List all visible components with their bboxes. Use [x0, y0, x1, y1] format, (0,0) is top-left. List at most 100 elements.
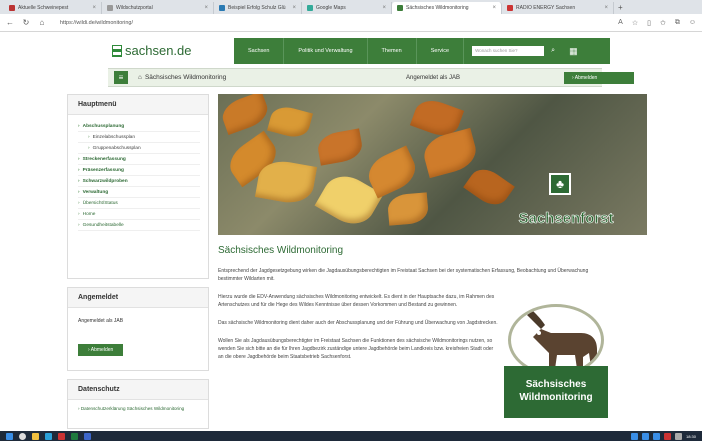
nav-item-service[interactable]: Service	[417, 38, 465, 64]
tab-label: Sächsisches Wildmonitoring	[406, 5, 469, 11]
browser-tab-4[interactable]: Google Maps ×	[302, 2, 392, 14]
menu-item-praesenzerfassung[interactable]: › Präsenzerfassung	[78, 165, 200, 176]
browser-tab-3[interactable]: Beispiel Erfolg Schulz Glü ×	[214, 2, 302, 14]
browser-tab-2[interactable]: Wildschutzportal ×	[102, 2, 214, 14]
menu-item-abschussplanung[interactable]: › Abschussplanung	[78, 121, 200, 132]
main-menu-panel: Hauptmenü › Abschussplanung › Einzelabschu…	[67, 94, 209, 279]
apps-grid-icon[interactable]: ▦	[569, 46, 578, 57]
menu-item-schwarzwildproben[interactable]: › Schwarzwildproben	[78, 176, 200, 187]
favorite-star-icon[interactable]: ☆	[632, 19, 638, 27]
menu-item-streckenerfassung[interactable]: › Streckenerfassung	[78, 154, 200, 165]
wildmonitoring-label-box: Sächsisches Wildmonitoring	[504, 366, 608, 418]
browser-tab-6[interactable]: RADIO ENERGY Sachsen ×	[502, 2, 614, 14]
privacy-panel: Datenschutz › Datenschutzerklärung Sächs…	[67, 379, 209, 429]
menu-item-gesundheitstabelle[interactable]: › Gesundheitstabelle	[78, 220, 200, 231]
sachsenforst-emblem-icon: ♣	[549, 173, 571, 195]
privacy-panel-title: Datenschutz	[68, 380, 208, 400]
tab-favicon-icon	[9, 5, 15, 11]
wifi-icon[interactable]	[674, 432, 682, 440]
close-tab-icon[interactable]: ×	[492, 5, 496, 11]
app-title[interactable]: ⌂ Sächsisches Wildmonitoring	[138, 74, 226, 81]
leaf-shape	[267, 103, 313, 141]
logout-label: Abmelden	[574, 75, 598, 81]
search-taskbar-icon[interactable]	[19, 432, 26, 440]
tab-favicon-icon	[219, 5, 225, 11]
menu-item-gruppenabschussplan[interactable]: › Gruppenabschussplan	[78, 143, 200, 154]
close-tab-icon[interactable]: ×	[92, 5, 96, 11]
logout-button[interactable]: › Abmelden	[78, 344, 124, 356]
system-tray: 18:30	[630, 432, 702, 440]
excel-icon[interactable]	[71, 432, 78, 440]
close-tab-icon[interactable]: ×	[292, 5, 296, 11]
menu-item-label: Gesundheitstabelle	[82, 223, 124, 228]
tab-favicon-icon	[397, 5, 403, 11]
tab-label: Aktuelle Schweinepest	[18, 5, 69, 11]
chevron-right-icon: ›	[78, 223, 80, 228]
leaf-shape	[419, 127, 481, 179]
browser-tab-5[interactable]: Sächsisches Wildmonitoring ×	[392, 2, 502, 14]
nav-item-sachsen[interactable]: Sachsen	[234, 38, 285, 64]
file-explorer-icon[interactable]	[32, 432, 39, 440]
browser-tab-bar: Aktuelle Schweinepest × Wildschutzportal…	[0, 0, 702, 14]
wildmonitoring-logo: Sächsisches Wildmonitoring	[496, 304, 616, 422]
chevron-right-icon: ›	[78, 157, 80, 162]
tray-icon[interactable]	[630, 432, 638, 440]
windows-start-icon[interactable]	[6, 432, 13, 440]
read-aloud-icon[interactable]: A	[618, 19, 623, 27]
close-tab-icon[interactable]: ×	[604, 5, 608, 11]
logged-in-status: Angemeldet als JAB	[406, 74, 461, 81]
menu-item-home[interactable]: › Home	[78, 209, 200, 220]
logo-line1: Sächsisches	[525, 379, 587, 390]
app-icon[interactable]	[58, 432, 65, 440]
menu-item-uebersicht[interactable]: › Übersicht/Status	[78, 198, 200, 209]
logout-button-top[interactable]: › Abmelden	[564, 72, 634, 84]
chevron-right-icon: ›	[88, 146, 90, 151]
site-search-input[interactable]: Wonach suchen Sie?	[472, 46, 545, 56]
menu-item-label: Streckenerfassung	[82, 157, 126, 162]
collections-icon[interactable]: ⧉	[675, 19, 680, 27]
leaf-shape	[218, 94, 272, 135]
tab-label: RADIO ENERGY Sachsen	[516, 5, 576, 11]
close-tab-icon[interactable]: ×	[382, 5, 386, 11]
main-menu: › Abschussplanung › Einzelabschussplan › Gr…	[68, 115, 208, 239]
hamburger-menu-icon[interactable]: ≡	[114, 71, 128, 84]
menu-item-label: Präsenzerfassung	[82, 168, 124, 173]
reload-icon[interactable]: ↻	[22, 18, 30, 27]
logout-button-label: Abmelden	[90, 347, 114, 353]
edge-browser-icon[interactable]	[45, 432, 52, 440]
app-icon[interactable]	[84, 432, 91, 440]
nav-item-themen[interactable]: Themen	[368, 38, 417, 64]
favorites-icon[interactable]: ✩	[660, 19, 666, 27]
home-icon[interactable]: ⌂	[38, 18, 46, 27]
tray-icon[interactable]	[652, 432, 660, 440]
split-view-icon[interactable]: ▯	[647, 19, 651, 27]
page-title: Sächsisches Wildmonitoring	[218, 245, 344, 256]
privacy-link[interactable]: › Datenschutzerklärung Sächsisches Wildm…	[78, 406, 198, 412]
url-field[interactable]: https://wildi.de/wildmonitoring/	[54, 17, 610, 29]
menu-item-verwaltung[interactable]: › Verwaltung	[78, 187, 200, 198]
tray-icon[interactable]	[641, 432, 649, 440]
menu-item-einzelabschussplan[interactable]: › Einzelabschussplan	[78, 132, 200, 143]
new-tab-icon[interactable]: +	[618, 3, 623, 12]
browser-tab-1[interactable]: Aktuelle Schweinepest ×	[4, 2, 102, 14]
profile-icon[interactable]: ☺	[689, 19, 696, 27]
sachsenforst-wordmark: Sachsenforst	[518, 210, 614, 228]
sachsen-logo[interactable]: sachsen.de	[112, 43, 192, 58]
leaf-shape	[315, 128, 365, 166]
chevron-right-icon: ›	[78, 190, 80, 195]
main-menu-title: Hauptmenü	[68, 95, 208, 115]
nav-item-politik[interactable]: Politik und Verwaltung	[284, 38, 368, 64]
tray-icon[interactable]	[663, 432, 671, 440]
browser-toolbar-icons: A ☆ ▯ ✩ ⧉ ☺	[618, 19, 696, 27]
menu-item-label: Home	[82, 212, 96, 217]
intro-paragraph: Entsprechend der Jagdgesetzgebung wirken…	[218, 268, 589, 282]
hero-image: ♣ Sachsenforst	[218, 94, 647, 235]
back-icon[interactable]: ←	[6, 18, 14, 27]
home-icon: ⌂	[138, 74, 142, 81]
taskbar-clock[interactable]: 18:30	[686, 434, 696, 439]
privacy-link-text: Datenschutzerklärung Sächsisches Wildmon…	[80, 406, 185, 411]
search-icon[interactable]: ⌕	[547, 46, 559, 56]
planning-paragraph: Das sächsische Wildmonitoring dient dahe…	[218, 320, 498, 326]
contact-paragraph: Wollen Sie als Jagdausübungsberechtigter…	[218, 338, 494, 360]
close-tab-icon[interactable]: ×	[204, 5, 208, 11]
